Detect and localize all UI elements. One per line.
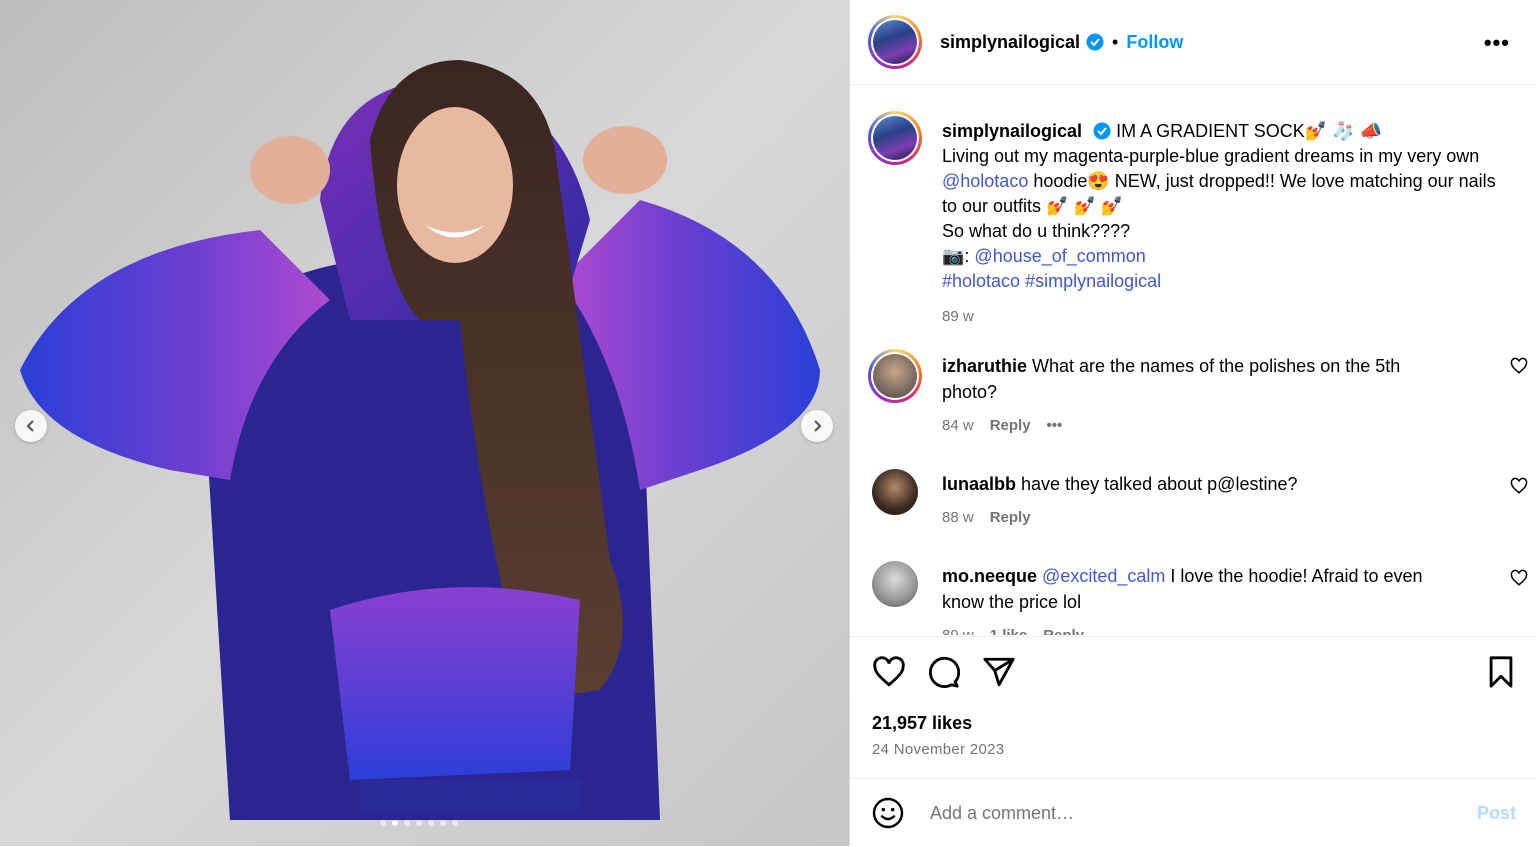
post-comment-button[interactable]: Post: [1477, 803, 1516, 824]
commenter-avatar[interactable]: [868, 349, 922, 403]
comment-item: mo.neeque @excited_calm I love the hoodi…: [868, 561, 1528, 635]
like-comment-heart-icon[interactable]: [1510, 477, 1528, 495]
reply-button[interactable]: Reply: [1043, 623, 1084, 635]
comment-item: izharuthie What are the names of the pol…: [868, 349, 1528, 434]
mention-link[interactable]: @excited_calm: [1042, 566, 1165, 586]
mention-link[interactable]: @house_of_common: [974, 246, 1145, 266]
commenter-username[interactable]: mo.neeque: [942, 566, 1037, 586]
comments-list[interactable]: simplynailogical IM A GRADIENT SOCK💅 🧦 📣…: [850, 85, 1536, 635]
comment-time: 84 w: [942, 417, 974, 434]
post-media[interactable]: [0, 0, 849, 846]
post-side-panel: simplynailogical • Follow ••• simplynail…: [849, 0, 1536, 846]
more-options-button[interactable]: •••: [1484, 30, 1510, 56]
comment-likes[interactable]: 1 like: [990, 623, 1028, 635]
verified-badge-icon: [1093, 122, 1111, 140]
separator-dot: •: [1112, 31, 1119, 52]
comment-more-button[interactable]: •••: [1047, 413, 1063, 439]
chevron-left-icon: [26, 420, 34, 432]
commenter-avatar[interactable]: [872, 469, 918, 515]
carousel-dot: [404, 820, 410, 826]
comment-time: 89 w: [942, 623, 974, 635]
caption-author-avatar[interactable]: [868, 111, 922, 165]
carousel-dot: [440, 820, 446, 826]
carousel-next-button[interactable]: [801, 410, 833, 442]
carousel-dot: [428, 820, 434, 826]
likes-count[interactable]: 21,957 likes: [872, 713, 972, 734]
add-comment-bar: Post: [850, 778, 1536, 847]
caption-username[interactable]: simplynailogical: [942, 121, 1082, 141]
carousel-dot: [452, 820, 458, 826]
comment-text: have they talked about p@lestine?: [1021, 474, 1298, 494]
carousel-dot-active: [392, 820, 398, 826]
follow-button[interactable]: Follow: [1126, 32, 1183, 53]
post-date: 24 November 2023: [872, 741, 1005, 758]
comment-bubble-icon[interactable]: [926, 655, 960, 689]
caption-photo-credit: 📷:: [942, 246, 975, 266]
save-bookmark-icon[interactable]: [1484, 655, 1518, 689]
post-actions: 21,957 likes 24 November 2023: [850, 636, 1536, 777]
comment-time: 88 w: [942, 509, 974, 526]
carousel-prev-button[interactable]: [15, 410, 47, 442]
comment-input[interactable]: [928, 801, 1412, 825]
carousel-dot: [380, 820, 386, 826]
emoji-smiley-icon[interactable]: [872, 797, 904, 829]
post-photo: [0, 0, 849, 846]
mention-link[interactable]: @holotaco: [942, 171, 1028, 191]
share-send-icon[interactable]: [982, 655, 1016, 689]
verified-badge-icon: [1086, 33, 1104, 51]
carousel-indicator: [380, 820, 458, 826]
author-username[interactable]: simplynailogical: [940, 32, 1080, 53]
caption-text: Living out my magenta-purple-blue gradie…: [942, 146, 1480, 166]
like-heart-icon[interactable]: [872, 655, 906, 689]
like-comment-heart-icon[interactable]: [1510, 569, 1528, 587]
like-comment-heart-icon[interactable]: [1510, 357, 1528, 375]
caption-line-1: IM A GRADIENT SOCK💅 🧦 📣: [1116, 121, 1383, 141]
reply-button[interactable]: Reply: [990, 413, 1031, 439]
caption-timestamp: 89 w: [942, 308, 974, 325]
reply-button[interactable]: Reply: [990, 505, 1031, 531]
caption-line-3: So what do u think????: [942, 221, 1131, 241]
post-caption: simplynailogical IM A GRADIENT SOCK💅 🧦 📣…: [868, 111, 1508, 325]
commenter-username[interactable]: izharuthie: [942, 356, 1027, 376]
chevron-right-icon: [814, 420, 822, 432]
hashtags[interactable]: #holotaco #simplynailogical: [942, 271, 1161, 291]
post-header: simplynailogical • Follow •••: [850, 0, 1536, 85]
commenter-avatar[interactable]: [872, 561, 918, 607]
commenter-username[interactable]: lunaalbb: [942, 474, 1016, 494]
carousel-dot: [416, 820, 422, 826]
comment-item: lunaalbb have they talked about p@lestin…: [868, 469, 1528, 526]
author-avatar[interactable]: [868, 15, 922, 69]
